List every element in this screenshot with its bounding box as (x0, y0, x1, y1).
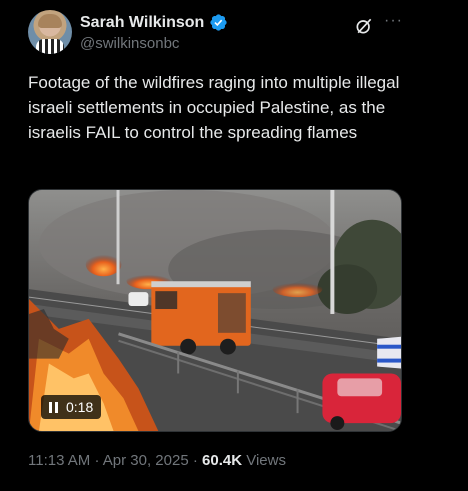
views-count: 60.4K (202, 452, 243, 469)
post-time[interactable]: 11:13 AM (28, 452, 90, 469)
video-duration: 0:18 (66, 399, 94, 415)
pause-icon[interactable] (49, 401, 58, 413)
meta-separator: · (192, 452, 198, 469)
tweet-text: Footage of the wildfires raging into mul… (28, 73, 400, 142)
grok-icon[interactable] (354, 16, 374, 36)
tweet-header: Sarah Wilkinson @swilkinsonbc ··· (28, 10, 448, 58)
author-display-name[interactable]: Sarah Wilkinson (80, 14, 204, 32)
name-row: Sarah Wilkinson (80, 13, 228, 32)
meta-separator: · (94, 452, 100, 469)
post-date[interactable]: Apr 30, 2025 (103, 452, 189, 469)
tweet-meta: 11:13 AM · Apr 30, 2025 · 60.4K Views (28, 452, 286, 469)
verified-badge-icon (210, 14, 227, 31)
author-handle[interactable]: @swilkinsonbc (80, 35, 179, 52)
video-timer[interactable]: 0:18 (41, 395, 102, 419)
more-icon[interactable]: ··· (384, 12, 403, 30)
video-player[interactable]: 0:18 (28, 189, 402, 432)
avatar[interactable] (28, 10, 72, 54)
views-label: Views (246, 452, 286, 469)
